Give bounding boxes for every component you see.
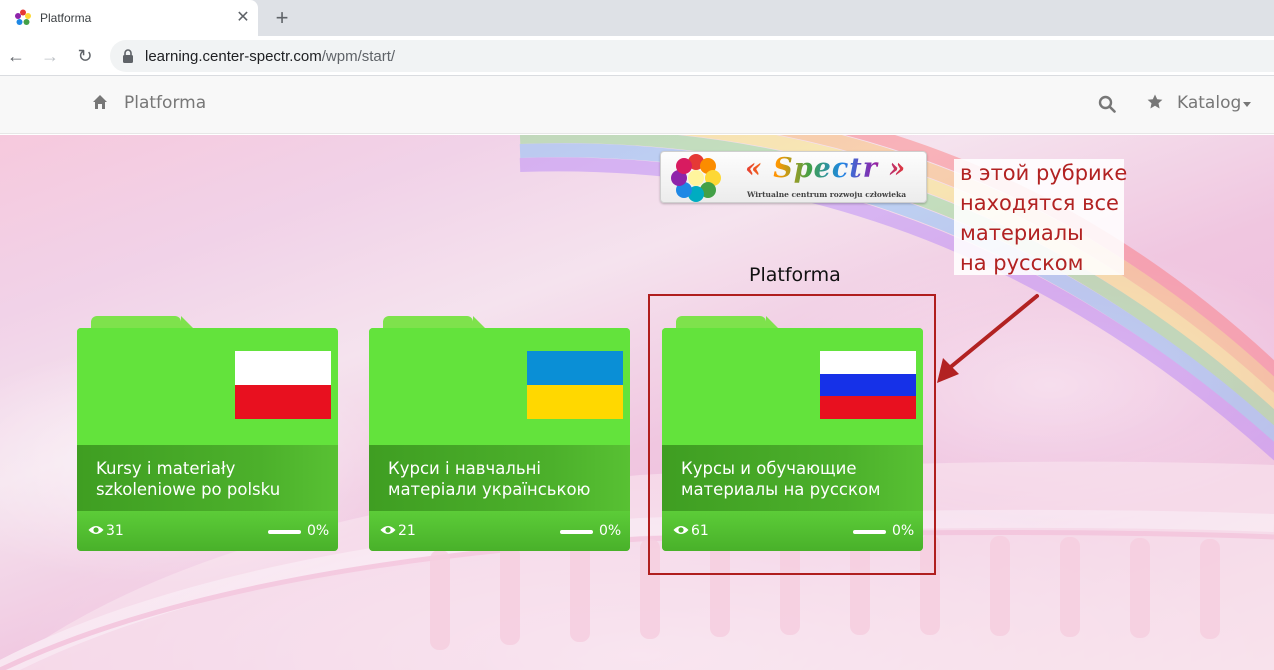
spectr-logo: « Spectr » Wirtualne centrum rozwoju czł… [660,151,927,203]
browser-toolbar: ← → ↻ learning.center-spectr.com/wpm/sta… [0,36,1274,76]
flag-stripe [235,351,331,385]
progress-percent: 0% [892,523,915,539]
card-title-band: Курсы и обучающие материалы на русском [662,445,923,511]
logo-subtitle: Wirtualne centrum rozwoju człowieka [747,190,907,199]
flag-stripe [527,351,623,385]
annotation-line: материалы [960,221,1084,245]
card-footer: 31 0% [77,511,338,551]
card-title[interactable]: Kursy i materiały szkoleniowe po polsku [96,458,326,500]
card-body: Курси і навчальні матеріали українською … [369,328,630,551]
flower-favicon-icon [15,9,31,25]
flag-stripe [527,385,623,419]
category-card-russian[interactable]: Курсы и обучающие материалы на русском 6… [662,316,923,551]
views-count: 31 [106,523,124,539]
site-navbar: Platforma Katalog [0,76,1274,134]
annotation-line: на русском [960,251,1084,275]
url-text: learning.center-spectr.com/wpm/start/ [145,48,395,65]
flag-stripe [235,385,331,419]
annotation-arrow-icon [937,294,1039,383]
progress-bar [268,530,301,534]
card-footer: 61 0% [662,511,923,551]
address-bar[interactable]: learning.center-spectr.com/wpm/start/ [110,40,1274,72]
views-count: 21 [398,523,416,539]
polish-flag-icon [235,351,331,419]
category-card-ukrainian[interactable]: Курси і навчальні матеріали українською … [369,316,630,551]
card-body: Курсы и обучающие материалы на русском 6… [662,328,923,551]
progress-percent: 0% [307,523,330,539]
views-count: 61 [691,523,709,539]
annotation-line: находятся все [960,191,1119,215]
progress-bar [853,530,886,534]
new-tab-icon[interactable]: + [270,6,294,30]
progress-bar [560,530,593,534]
eye-icon [88,526,104,534]
url-host: learning.center-spectr.com [145,48,322,65]
category-card-polish[interactable]: Kursy i materiały szkoleniowe po polsku … [77,316,338,551]
browser-tabstrip: Platforma ✕ + [0,0,1274,36]
reload-icon[interactable]: ↻ [73,44,97,68]
progress-percent: 0% [599,523,622,539]
brand-link[interactable]: Platforma [124,93,206,113]
folder-front [369,328,630,445]
flower-logo-icon [671,154,721,202]
annotation-note: в этой рубрике находятся все материалы н… [954,159,1128,275]
card-footer: 21 0% [369,511,630,551]
annotation-line: в этой рубрике [960,161,1128,185]
card-title-band: Курси і навчальні матеріали українською [369,445,630,511]
page-title: Platforma [749,264,841,286]
card-title[interactable]: Курсы и обучающие материалы на русском [681,458,911,500]
flag-stripe [820,396,916,419]
lock-icon [123,49,133,63]
flag-stripe [820,351,916,374]
folder-front [662,328,923,445]
browser-tab[interactable]: Platforma ✕ [0,0,258,36]
search-icon[interactable] [1098,95,1116,113]
ukrainian-flag-icon [527,351,623,419]
folder-front [77,328,338,445]
russian-flag-icon [820,351,916,419]
eye-icon [380,526,396,534]
tab-title: Platforma [40,11,92,25]
caret-down-icon[interactable] [1243,102,1251,107]
logo-text: « Spectr » [745,153,907,184]
forward-icon[interactable]: → [38,44,62,68]
katalog-dropdown[interactable]: Katalog [1177,93,1241,113]
url-path: /wpm/start/ [321,48,396,65]
card-body: Kursy i materiały szkoleniowe po polsku … [77,328,338,551]
star-icon [1147,94,1163,109]
home-icon[interactable] [92,94,108,110]
back-icon[interactable]: ← [4,44,28,68]
card-title[interactable]: Курси і навчальні матеріали українською [388,458,618,500]
card-title-band: Kursy i materiały szkoleniowe po polsku [77,445,338,511]
flag-stripe [820,374,916,396]
eye-icon [673,526,689,534]
tab-close-icon[interactable]: ✕ [234,9,252,27]
